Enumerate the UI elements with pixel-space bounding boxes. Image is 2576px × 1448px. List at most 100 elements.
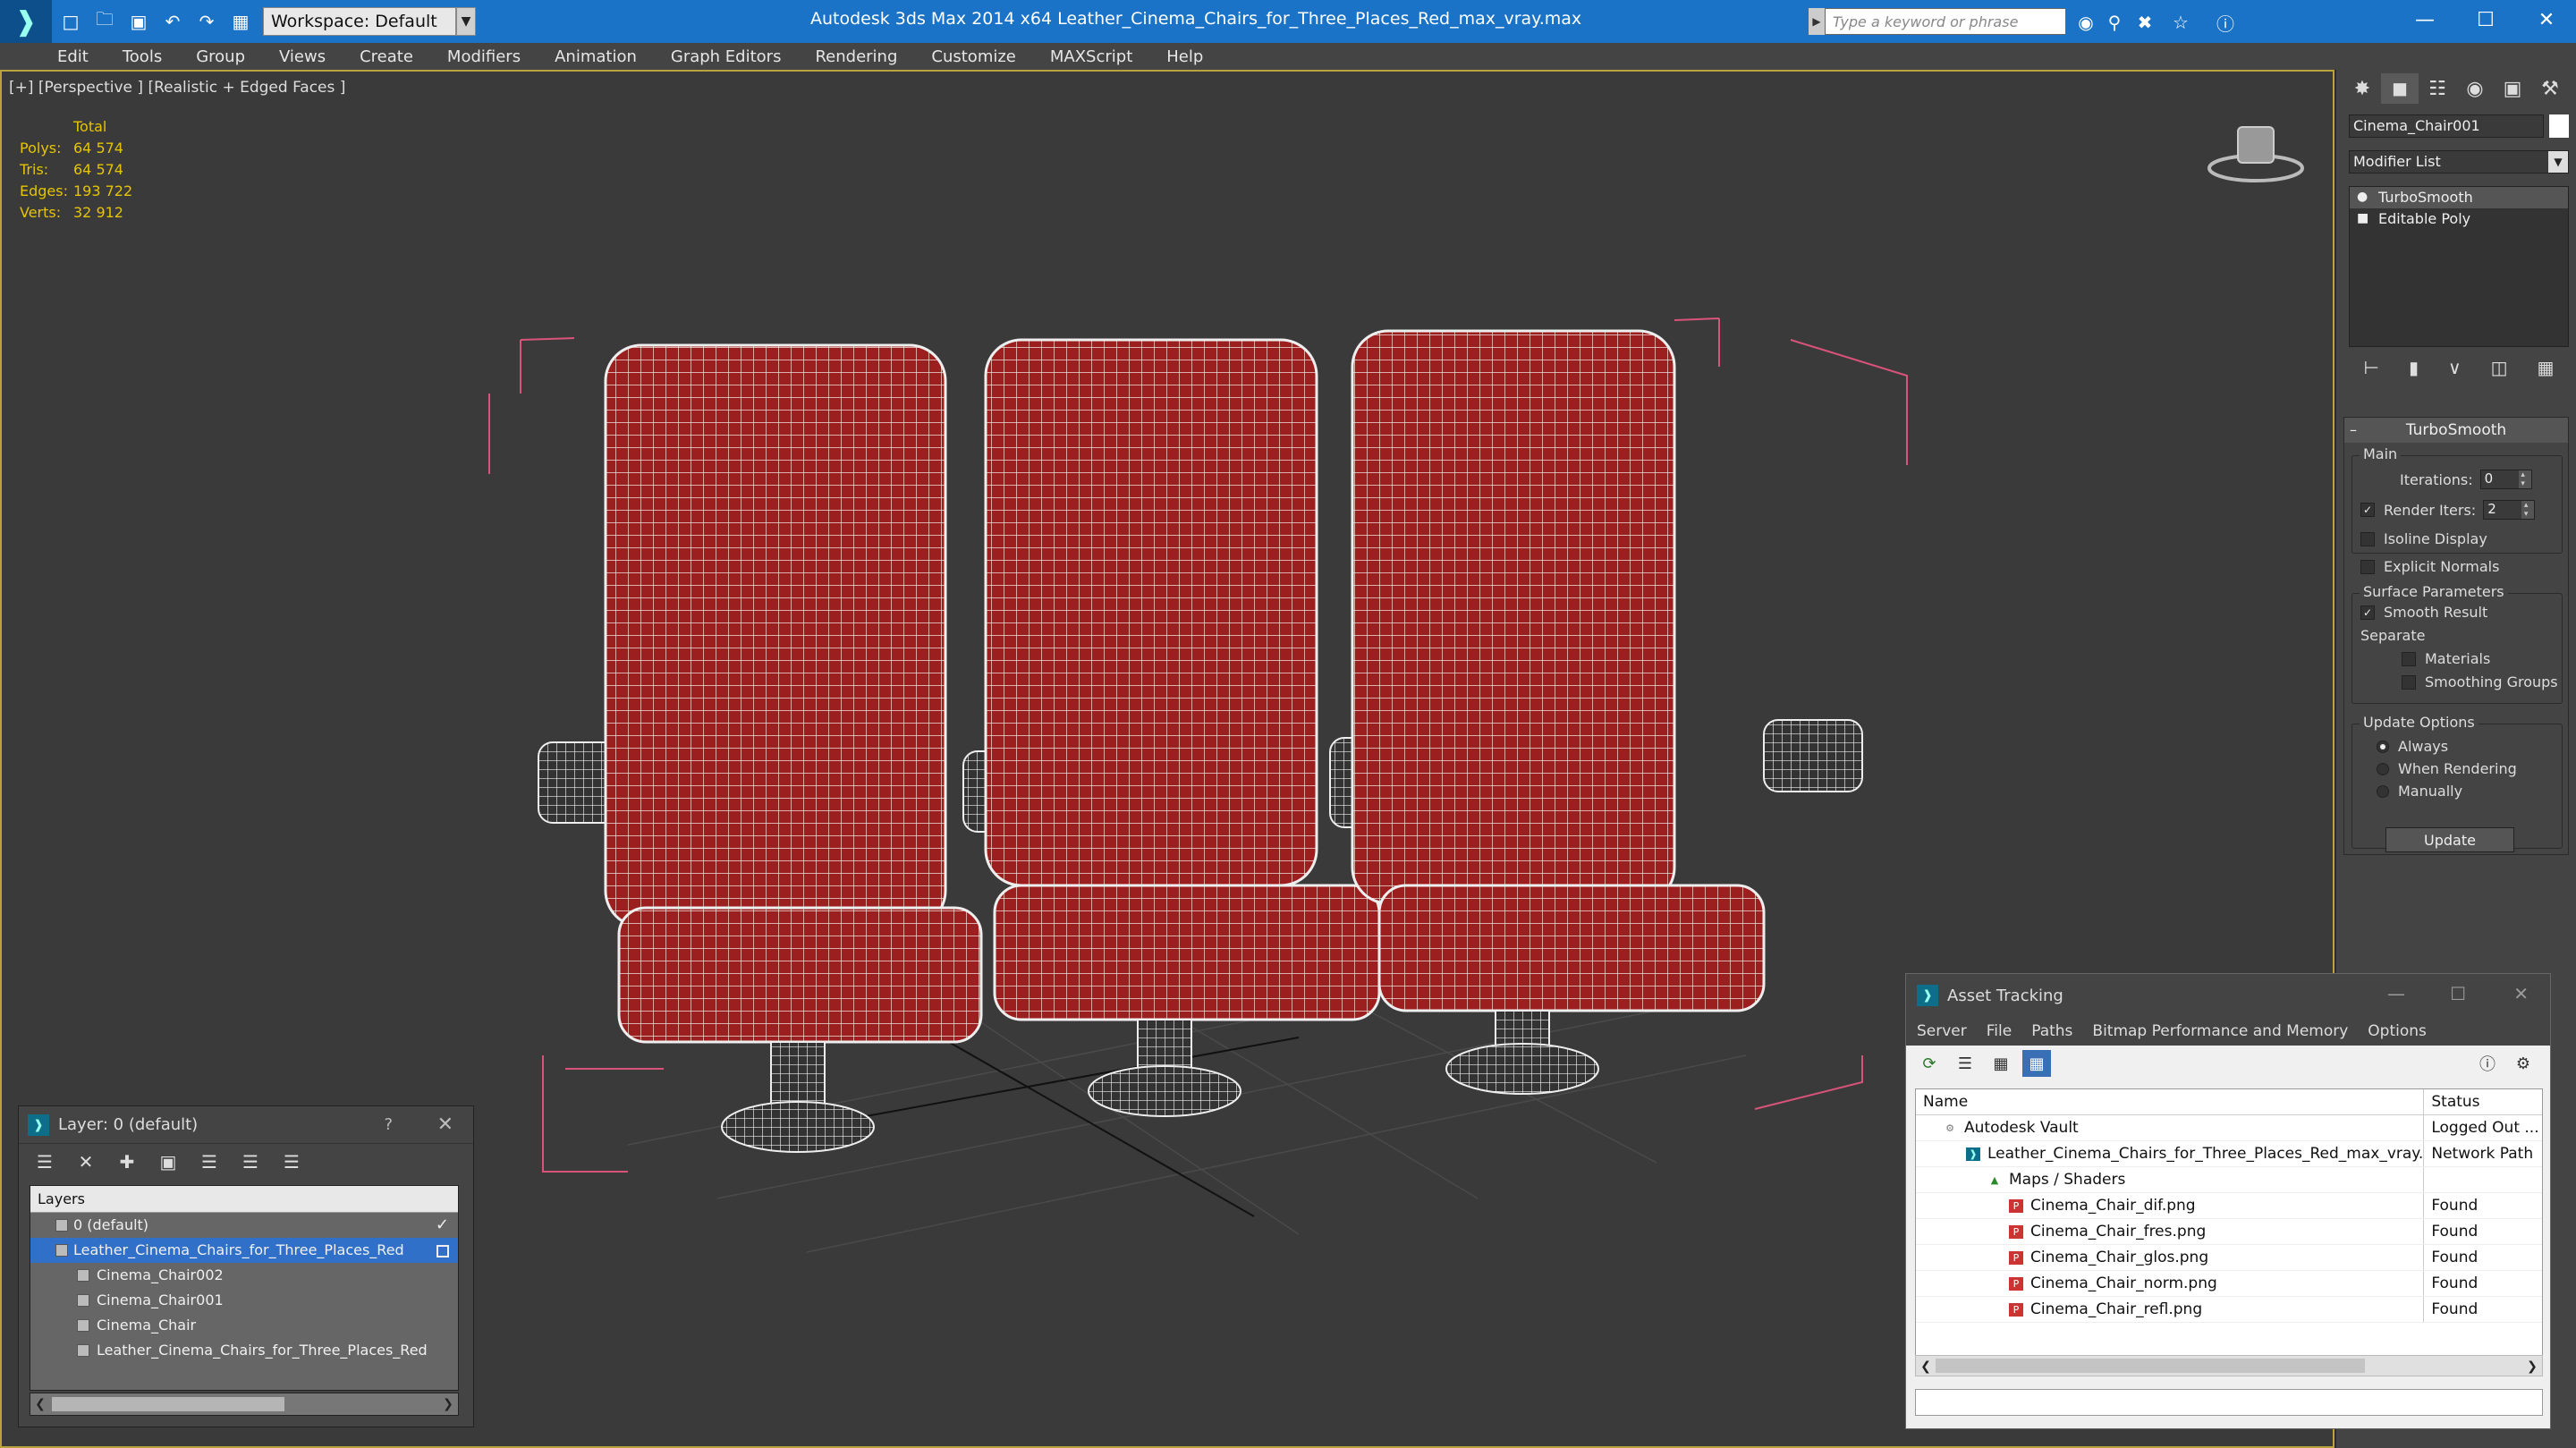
menu-animation[interactable]: Animation (555, 47, 637, 66)
configure-sets-icon[interactable]: ▦ (2538, 357, 2555, 378)
stack-item-editable-poly[interactable]: ■ Editable Poly (2350, 208, 2568, 230)
table-row[interactable]: P Cinema_Chair_refl.png Found (1916, 1297, 2542, 1323)
set-current-layer-box[interactable] (436, 1245, 449, 1257)
lightbulb-icon[interactable]: ● (2357, 191, 2369, 203)
layer-dialog-titlebar[interactable]: ❱ Layer: 0 (default) ? ✕ (19, 1106, 473, 1144)
status-column-header[interactable]: Status (2424, 1089, 2542, 1114)
chevron-right-icon[interactable]: ▶ (1809, 8, 1825, 35)
table-row[interactable]: ▲ Maps / Shaders (1916, 1167, 2542, 1193)
menu-paths[interactable]: Paths (2031, 1022, 2072, 1040)
smooth-result-row[interactable]: ✓ Smooth Result (2360, 604, 2487, 621)
table-row[interactable]: P Cinema_Chair_dif.png Found (1916, 1193, 2542, 1219)
chevron-down-icon[interactable]: ▼ (2548, 151, 2568, 173)
layers-column-header[interactable]: Layers (30, 1186, 458, 1213)
menu-bitmap-performance[interactable]: Bitmap Performance and Memory (2092, 1022, 2348, 1040)
utilities-tab-icon[interactable]: ⚒ (2531, 73, 2569, 104)
menu-tools[interactable]: Tools (123, 47, 162, 66)
menu-server[interactable]: Server (1917, 1022, 1967, 1040)
smoothing-groups-row[interactable]: Smoothing Groups (2402, 673, 2558, 690)
horizontal-scrollbar[interactable]: ❮ ❯ (30, 1393, 459, 1416)
object-row[interactable]: Leather_Cinema_Chairs_for_Three_Places_R… (30, 1338, 458, 1363)
manually-row[interactable]: Manually (2377, 783, 2462, 800)
isoline-display-row[interactable]: Isoline Display (2360, 530, 2487, 547)
close-icon[interactable]: ✕ (437, 1114, 453, 1136)
materials-checkbox[interactable] (2402, 651, 2416, 666)
chevron-left-icon[interactable]: ❮ (32, 1395, 48, 1413)
menu-modifiers[interactable]: Modifiers (447, 47, 521, 66)
app-logo-icon[interactable]: ❱ (0, 0, 52, 43)
redo-icon[interactable]: ↷ (191, 6, 222, 37)
refresh-icon[interactable]: ⟳ (1915, 1050, 1944, 1077)
project-folder-icon[interactable]: ▦ (225, 6, 256, 37)
chevron-right-icon[interactable]: ❯ (440, 1395, 456, 1413)
help-icon[interactable]: ⓘ (2213, 11, 2238, 35)
star-icon[interactable]: ☆ (2168, 11, 2193, 34)
new-layer-icon[interactable]: ☰ (30, 1148, 60, 1175)
when-rendering-radio[interactable] (2377, 762, 2389, 775)
new-file-icon[interactable]: □ (55, 6, 86, 37)
viewcube-icon[interactable] (2202, 116, 2309, 188)
menu-help[interactable]: Help (1166, 47, 1203, 66)
highlight-layer-icon[interactable]: ☰ (194, 1148, 225, 1175)
render-iters-spinner[interactable]: 2 (2483, 500, 2536, 520)
table-row[interactable]: ⚙ Autodesk Vault Logged Out ... (1916, 1115, 2542, 1141)
scrollbar-thumb[interactable] (52, 1397, 284, 1411)
explicit-normals-checkbox[interactable] (2360, 559, 2375, 574)
table-view-icon[interactable]: ▦ (2022, 1050, 2051, 1077)
smoothing-groups-checkbox[interactable] (2402, 674, 2416, 690)
modifier-list-dropdown[interactable]: Modifier List ▼ (2349, 150, 2569, 174)
settings-icon[interactable]: ⚙ (2509, 1050, 2538, 1077)
search-input[interactable]: Type a keyword or phrase (1825, 8, 2066, 35)
table-row[interactable]: P Cinema_Chair_glos.png Found (1916, 1245, 2542, 1271)
maximize-icon[interactable]: ☐ (2458, 0, 2513, 39)
menu-graph-editors[interactable]: Graph Editors (671, 47, 782, 66)
layer-row-chairs[interactable]: Leather_Cinema_Chairs_for_Three_Places_R… (30, 1238, 458, 1263)
menu-edit[interactable]: Edit (57, 47, 89, 66)
scrollbar-thumb[interactable] (1936, 1359, 2365, 1373)
name-column-header[interactable]: Name (1916, 1089, 2425, 1114)
remove-modifier-icon[interactable]: ◫ (2491, 357, 2508, 378)
layer-row-default[interactable]: 0 (default) ✓ (30, 1213, 458, 1238)
always-row[interactable]: Always (2377, 738, 2448, 755)
menu-options[interactable]: Options (2368, 1022, 2427, 1040)
table-row[interactable]: P Cinema_Chair_norm.png Found (1916, 1271, 2542, 1297)
motion-tab-icon[interactable]: ◉ (2456, 73, 2494, 104)
object-color-swatch[interactable] (2549, 114, 2569, 138)
iterations-spinner[interactable]: 0 (2479, 470, 2532, 489)
create-tab-icon[interactable]: ✸ (2343, 73, 2381, 104)
workspace-dropdown[interactable]: Workspace: Default (263, 7, 456, 36)
close-icon[interactable]: ✕ (2513, 983, 2529, 1004)
object-name-field[interactable]: Cinema_Chair001 (2349, 114, 2544, 138)
add-to-layer-icon[interactable]: ✚ (112, 1148, 142, 1175)
rollout-header[interactable]: – TurboSmooth (2344, 418, 2568, 443)
chevron-left-icon[interactable]: ❮ (1918, 1358, 1934, 1376)
delete-layer-icon[interactable]: ✕ (71, 1148, 101, 1175)
current-layer-check-icon[interactable]: ✓ (436, 1213, 449, 1238)
help-icon[interactable]: ⓘ (2473, 1050, 2502, 1077)
freeze-all-icon[interactable]: ☰ (276, 1148, 307, 1175)
menu-views[interactable]: Views (279, 47, 326, 66)
object-row[interactable]: Cinema_Chair002 (30, 1263, 458, 1288)
hide-all-icon[interactable]: ☰ (235, 1148, 266, 1175)
isoline-display-checkbox[interactable] (2360, 531, 2375, 546)
menu-file[interactable]: File (1987, 1022, 2012, 1040)
undo-icon[interactable]: ↶ (157, 6, 188, 37)
menu-maxscript[interactable]: MAXScript (1050, 47, 1132, 66)
display-tab-icon[interactable]: ▣ (2494, 73, 2531, 104)
menu-rendering[interactable]: Rendering (815, 47, 897, 66)
expand-icon[interactable]: ■ (2357, 212, 2369, 224)
asset-tracking-titlebar[interactable]: ❱ Asset Tracking — ☐ ✕ (1906, 974, 2550, 1017)
menu-customize[interactable]: Customize (931, 47, 1015, 66)
pin-stack-icon[interactable]: ⊢ (2364, 357, 2379, 378)
details-view-icon[interactable]: ▦ (1987, 1050, 2015, 1077)
save-file-icon[interactable]: ▣ (123, 6, 154, 37)
table-row[interactable]: P Cinema_Chair_fres.png Found (1916, 1219, 2542, 1245)
always-radio[interactable] (2377, 740, 2389, 753)
viewport-label[interactable]: [+] [Perspective ] [Realistic + Edged Fa… (9, 79, 345, 97)
list-view-icon[interactable]: ☰ (1951, 1050, 1979, 1077)
close-icon[interactable]: ✕ (2519, 0, 2574, 39)
when-rendering-row[interactable]: When Rendering (2377, 760, 2517, 777)
minimize-icon[interactable]: — (2387, 983, 2405, 1004)
open-file-icon[interactable]: 🗀 (89, 6, 120, 37)
exchange-icon[interactable]: ✖ (2132, 11, 2157, 34)
